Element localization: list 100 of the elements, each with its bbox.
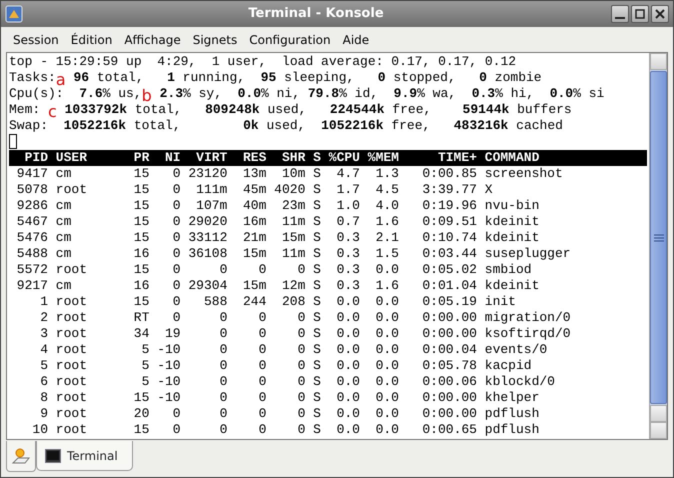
- table-cell-text: 0: [296, 374, 306, 390]
- table-cell: kdeinit: [484, 278, 540, 294]
- table-cell-text: cm: [56, 230, 72, 246]
- table-cell-text: 19: [164, 326, 181, 342]
- table-cell: S: [313, 294, 321, 310]
- table-cell-text: 0: [296, 262, 306, 278]
- table-cell-text: 5: [140, 358, 150, 374]
- table-cell-text: 0: [172, 278, 181, 294]
- menu-item[interactable]: Session: [7, 28, 65, 50]
- menu-item[interactable]: Édition: [64, 28, 118, 50]
- app-icon: [5, 5, 23, 23]
- terminal-text: 1033792k total, 809248k used, 224544k free, 59144k buffers: [64, 102, 572, 117]
- column-header: %MEM: [368, 150, 399, 166]
- column-header: PID: [24, 150, 48, 166]
- table-cell-text: 0:00.00: [421, 390, 477, 406]
- table-cell: S: [313, 182, 321, 198]
- table-cell: -10: [157, 374, 181, 390]
- scroll-down-button[interactable]: [650, 422, 667, 439]
- table-cell-text: 1.5: [374, 246, 399, 262]
- scroll-up-button[interactable]: [650, 53, 667, 70]
- table-cell-text: 0:05.02: [421, 262, 477, 278]
- table-cell: S: [313, 342, 321, 358]
- table-cell-text: 0.0: [336, 342, 360, 358]
- table-cell: S: [313, 278, 321, 294]
- table-cell-text: 0: [258, 406, 266, 422]
- table-cell-text: 0: [172, 406, 181, 422]
- maximize-button[interactable]: [631, 5, 649, 23]
- menu-item[interactable]: Aide: [336, 28, 376, 50]
- table-cell: S: [313, 374, 321, 390]
- table-cell-text: 40m: [242, 198, 266, 214]
- table-cell: S: [313, 246, 321, 262]
- table-cell-text: 3:39.77: [421, 182, 477, 198]
- scroll-up-button[interactable]: [650, 405, 667, 422]
- table-cell-text: 1.7: [336, 182, 360, 198]
- table-cell-text: 0.0: [336, 390, 360, 406]
- table-cell: migration/0: [484, 310, 571, 326]
- terminal-text: 96 total, 1 running, 95 sleeping, 0 stopped, 0 zombie: [72, 70, 542, 85]
- table-cell-text: 0: [172, 310, 181, 326]
- table-cell-text: root: [56, 262, 88, 278]
- table-cell-text: 0:05.78: [421, 358, 477, 374]
- annotation-label: b: [142, 88, 152, 104]
- table-cell-text: 0:05.19: [421, 294, 477, 310]
- terminal-tab[interactable]: Terminal: [36, 441, 133, 471]
- table-cell-text: 0.0: [336, 358, 360, 374]
- table-cell: screenshot: [484, 166, 563, 182]
- minimize-button[interactable]: [611, 5, 629, 23]
- scrollbar-thumb[interactable]: [650, 71, 667, 404]
- new-session-button[interactable]: [6, 441, 36, 472]
- terminal-text: Cpu(s): 7.6% us,: [9, 86, 142, 101]
- table-cell-text: 11m: [280, 214, 306, 230]
- table-cell-text: 0: [218, 342, 228, 358]
- table-cell-text: 4.5: [374, 182, 399, 198]
- table-cell-text: 9417: [16, 166, 48, 182]
- table-cell: 4020: [274, 182, 306, 198]
- menu-item[interactable]: Affichage: [118, 28, 187, 50]
- table-cell: smbiod: [484, 262, 532, 278]
- menu-item[interactable]: Signets: [186, 28, 244, 50]
- table-cell: S: [313, 406, 321, 422]
- table-cell-text: 2: [39, 310, 48, 326]
- table-cell-text: 0: [172, 230, 181, 246]
- table-cell: 36108: [188, 246, 228, 262]
- table-cell: -10: [157, 390, 181, 406]
- table-cell-text: 0: [172, 198, 181, 214]
- table-cell: suseplugger: [484, 246, 571, 262]
- terminal-text: Tasks:: [9, 70, 56, 85]
- table-cell: S: [313, 422, 321, 438]
- table-cell-text: 4.7: [336, 166, 360, 182]
- table-cell-text: 0.7: [336, 214, 360, 230]
- table-cell: S: [313, 166, 321, 182]
- close-button[interactable]: [651, 5, 669, 23]
- table-cell-text: 0.0: [336, 326, 360, 342]
- table-cell-text: root: [56, 390, 88, 406]
- table-cell-text: 0:00.00: [421, 326, 477, 342]
- table-cell-text: 0.3: [336, 246, 360, 262]
- table-cell-text: 0.0: [374, 326, 399, 342]
- table-cell-text: 0.0: [374, 406, 399, 422]
- table-cell: init: [484, 294, 516, 310]
- table-cell-text: 0.0: [374, 262, 399, 278]
- table-cell-text: root: [56, 406, 88, 422]
- table-cell-text: 0:19.96: [421, 198, 477, 214]
- table-cell: 23120: [188, 166, 228, 182]
- table-cell-text: 15: [132, 182, 150, 198]
- table-cell-text: 9: [39, 406, 48, 422]
- table-cell-text: 21m: [242, 230, 266, 246]
- table-cell-text: 0: [296, 358, 306, 374]
- table-cell-text: 0:10.74: [421, 230, 477, 246]
- table-cell-text: 0.0: [374, 422, 399, 438]
- table-cell-text: 111m: [195, 182, 228, 198]
- table-cell-text: 0: [218, 326, 228, 342]
- table-cell: kdeinit: [484, 214, 540, 230]
- column-header: VIRT: [195, 150, 228, 166]
- table-cell-text: RT: [132, 310, 150, 326]
- table-cell-text: 15: [132, 166, 150, 182]
- table-cell-text: 0: [218, 358, 228, 374]
- table-cell: S: [313, 326, 321, 342]
- table-cell-text: root: [56, 310, 88, 326]
- table-cell-text: 0: [258, 326, 266, 342]
- table-cell: -10: [157, 358, 181, 374]
- menu-item[interactable]: Configuration: [243, 28, 337, 50]
- table-cell-text: 15: [132, 390, 150, 406]
